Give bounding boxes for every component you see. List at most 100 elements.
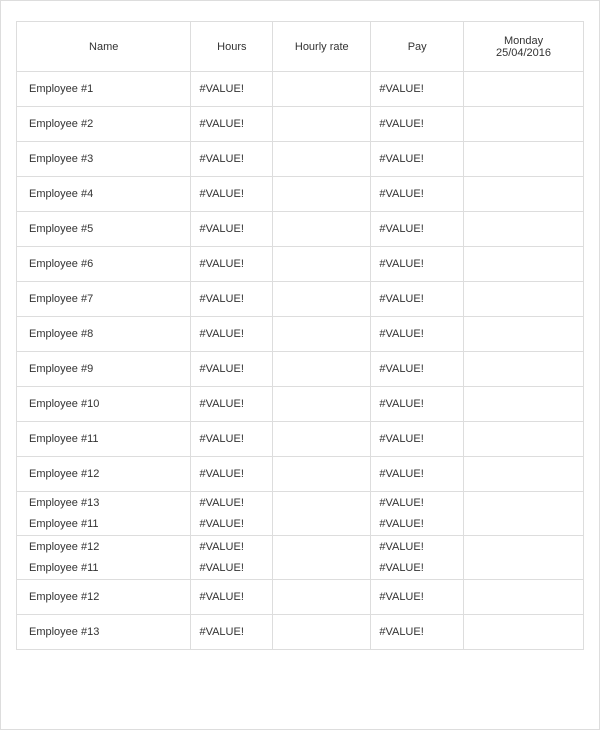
cell-pay: #VALUE! (371, 615, 464, 650)
cell-date (464, 107, 584, 142)
cell-date (464, 387, 584, 422)
table-row: Employee #2#VALUE!#VALUE! (17, 107, 584, 142)
table-row: Employee #12#VALUE!#VALUE! (17, 536, 584, 558)
cell-name: Employee #7 (17, 282, 191, 317)
cell-rate (273, 387, 371, 422)
cell-hours: #VALUE! (191, 615, 273, 650)
cell-date (464, 422, 584, 457)
table-row: Employee #12#VALUE!#VALUE! (17, 580, 584, 615)
cell-pay: #VALUE! (371, 580, 464, 615)
cell-pay: #VALUE! (371, 247, 464, 282)
table-body: Employee #1#VALUE!#VALUE!Employee #2#VAL… (17, 72, 584, 650)
cell-name: Employee #12 (17, 580, 191, 615)
cell-rate (273, 212, 371, 247)
cell-date (464, 177, 584, 212)
cell-rate (273, 422, 371, 457)
cell-rate (273, 457, 371, 492)
cell-hours: #VALUE! (191, 247, 273, 282)
cell-pay: #VALUE! (371, 387, 464, 422)
cell-pay: #VALUE! (371, 558, 464, 580)
cell-pay: #VALUE! (371, 142, 464, 177)
cell-hours: #VALUE! (191, 387, 273, 422)
cell-name: Employee #12 (17, 457, 191, 492)
cell-date (464, 558, 584, 580)
cell-hours: #VALUE! (191, 492, 273, 514)
cell-date (464, 142, 584, 177)
cell-name: Employee #6 (17, 247, 191, 282)
cell-name: Employee #9 (17, 352, 191, 387)
cell-pay: #VALUE! (371, 317, 464, 352)
cell-pay: #VALUE! (371, 177, 464, 212)
cell-hours: #VALUE! (191, 212, 273, 247)
table-row: Employee #11#VALUE!#VALUE! (17, 422, 584, 457)
cell-date (464, 514, 584, 536)
table-row: Employee #8#VALUE!#VALUE! (17, 317, 584, 352)
cell-hours: #VALUE! (191, 352, 273, 387)
payroll-table: Name Hours Hourly rate Pay Monday 25/04/… (16, 21, 584, 650)
cell-pay: #VALUE! (371, 536, 464, 558)
cell-hours: #VALUE! (191, 72, 273, 107)
cell-hours: #VALUE! (191, 282, 273, 317)
table-row: Employee #11#VALUE!#VALUE! (17, 558, 584, 580)
cell-pay: #VALUE! (371, 107, 464, 142)
cell-hours: #VALUE! (191, 580, 273, 615)
cell-pay: #VALUE! (371, 514, 464, 536)
cell-rate (273, 580, 371, 615)
col-header-name: Name (17, 22, 191, 72)
cell-name: Employee #4 (17, 177, 191, 212)
cell-date (464, 615, 584, 650)
cell-rate (273, 177, 371, 212)
cell-rate (273, 72, 371, 107)
cell-date (464, 457, 584, 492)
cell-rate (273, 558, 371, 580)
cell-hours: #VALUE! (191, 142, 273, 177)
cell-hours: #VALUE! (191, 422, 273, 457)
table-row: Employee #9#VALUE!#VALUE! (17, 352, 584, 387)
col-header-date-value: 25/04/2016 (496, 47, 551, 59)
cell-rate (273, 615, 371, 650)
cell-date (464, 212, 584, 247)
cell-hours: #VALUE! (191, 536, 273, 558)
table-row: Employee #13#VALUE!#VALUE! (17, 492, 584, 514)
cell-pay: #VALUE! (371, 422, 464, 457)
cell-date (464, 247, 584, 282)
table-row: Employee #3#VALUE!#VALUE! (17, 142, 584, 177)
col-header-date-day: Monday (504, 35, 543, 47)
col-header-rate: Hourly rate (273, 22, 371, 72)
cell-name: Employee #1 (17, 72, 191, 107)
cell-rate (273, 247, 371, 282)
cell-rate (273, 317, 371, 352)
cell-date (464, 282, 584, 317)
cell-hours: #VALUE! (191, 514, 273, 536)
col-header-pay: Pay (371, 22, 464, 72)
cell-date (464, 536, 584, 558)
table-row: Employee #6#VALUE!#VALUE! (17, 247, 584, 282)
table-row: Employee #13#VALUE!#VALUE! (17, 615, 584, 650)
cell-name: Employee #2 (17, 107, 191, 142)
cell-pay: #VALUE! (371, 282, 464, 317)
table-row: Employee #4#VALUE!#VALUE! (17, 177, 584, 212)
cell-name: Employee #3 (17, 142, 191, 177)
cell-hours: #VALUE! (191, 177, 273, 212)
cell-date (464, 580, 584, 615)
cell-name: Employee #12 (17, 536, 191, 558)
cell-name: Employee #8 (17, 317, 191, 352)
cell-hours: #VALUE! (191, 457, 273, 492)
cell-rate (273, 492, 371, 514)
cell-name: Employee #13 (17, 615, 191, 650)
cell-pay: #VALUE! (371, 212, 464, 247)
cell-pay: #VALUE! (371, 72, 464, 107)
cell-pay: #VALUE! (371, 492, 464, 514)
cell-pay: #VALUE! (371, 352, 464, 387)
cell-name: Employee #13 (17, 492, 191, 514)
table-row: Employee #1#VALUE!#VALUE! (17, 72, 584, 107)
cell-date (464, 317, 584, 352)
table-row: Employee #5#VALUE!#VALUE! (17, 212, 584, 247)
cell-name: Employee #11 (17, 514, 191, 536)
cell-rate (273, 514, 371, 536)
cell-date (464, 352, 584, 387)
cell-rate (273, 536, 371, 558)
cell-rate (273, 352, 371, 387)
col-header-hours: Hours (191, 22, 273, 72)
cell-name: Employee #11 (17, 558, 191, 580)
